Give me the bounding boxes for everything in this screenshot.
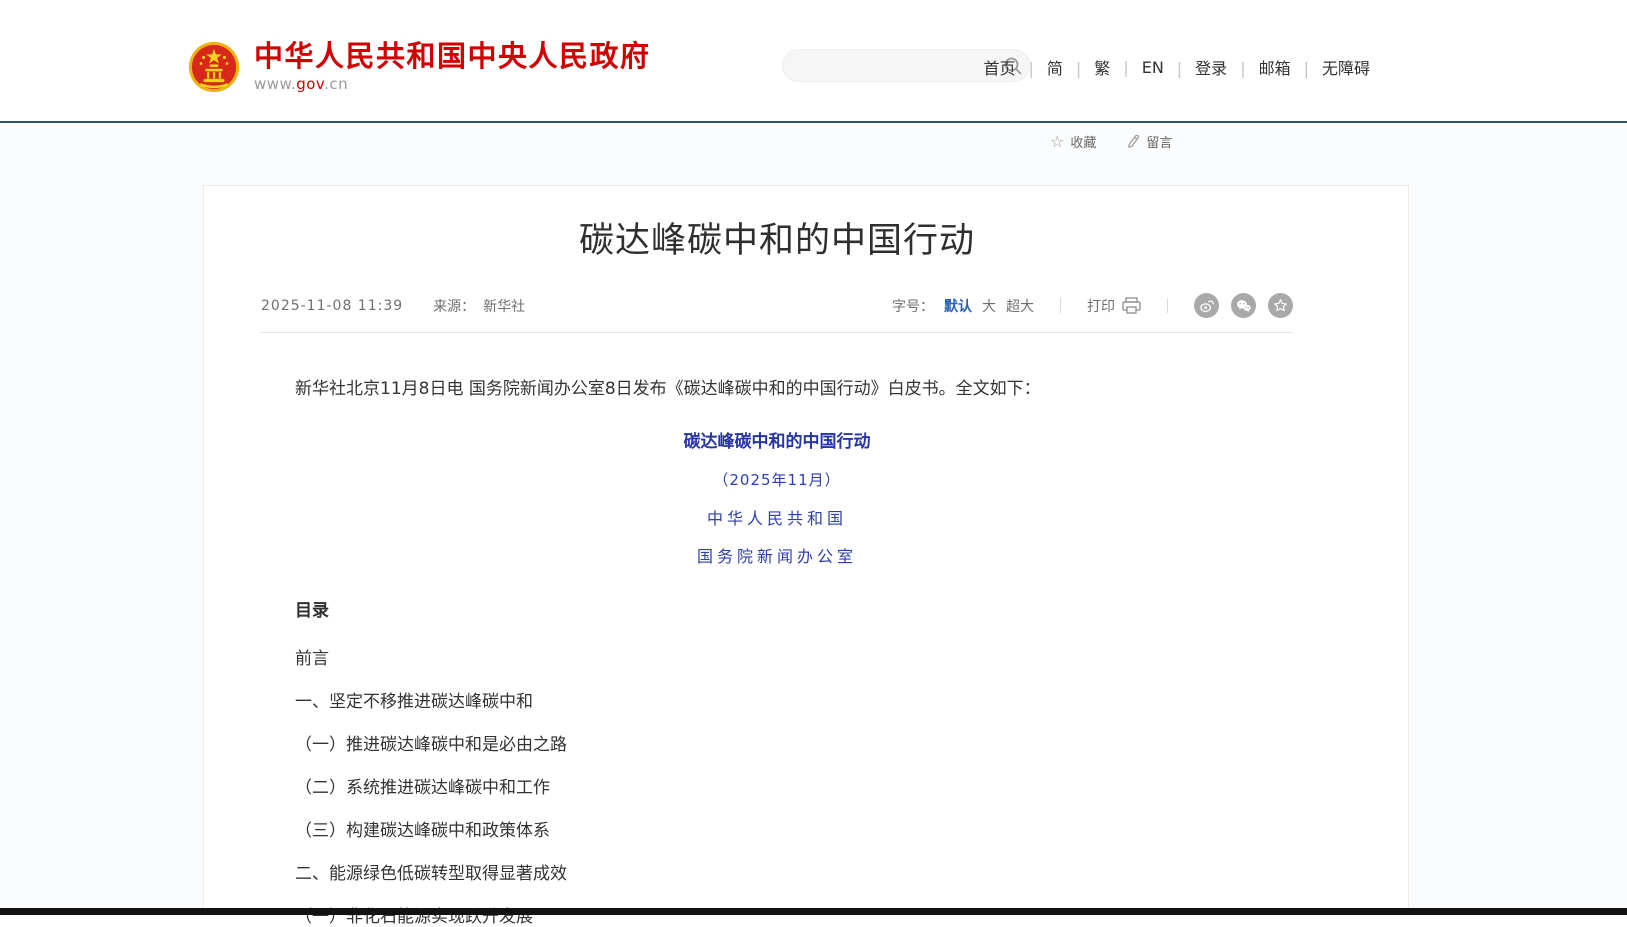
doc-date: （2025年11月） bbox=[261, 467, 1293, 494]
doc-org-country: 中华人民共和国 bbox=[261, 505, 1293, 532]
share-row bbox=[1194, 293, 1293, 318]
article-meta: 2025-11-08 11:39 来源： 新华社 字号： 默认 大 超大 打印 bbox=[261, 293, 1293, 318]
meta-separator bbox=[1167, 298, 1168, 313]
toc-item: （三）构建碳达峰碳中和政策体系 bbox=[261, 823, 1293, 840]
toc-item: 二、能源绿色低碳转型取得显著成效 bbox=[261, 866, 1293, 883]
meta-right: 字号： 默认 大 超大 打印 bbox=[892, 293, 1293, 318]
site-url-gov: gov bbox=[296, 75, 324, 93]
more-share-star-icon[interactable] bbox=[1268, 293, 1293, 318]
print-label: 打印 bbox=[1087, 296, 1115, 316]
star-icon: ☆ bbox=[1050, 135, 1064, 149]
nav-link[interactable]: 简 bbox=[1016, 55, 1063, 79]
site-title: 中华人民共和国中央人民政府 bbox=[254, 40, 651, 72]
weibo-share-icon[interactable] bbox=[1194, 293, 1219, 318]
favorite-button[interactable]: ☆ 收藏 bbox=[1050, 132, 1096, 151]
gov-brand[interactable]: 中华人民共和国中央人民政府 www.gov.cn bbox=[188, 40, 651, 93]
nav-link[interactable]: 登录 bbox=[1164, 55, 1227, 79]
bottom-dark-bar bbox=[0, 908, 1627, 915]
national-emblem-logo bbox=[188, 41, 240, 93]
font-size-label: 字号： bbox=[892, 296, 934, 316]
nav-link[interactable]: EN bbox=[1110, 58, 1163, 77]
message-button[interactable]: 留言 bbox=[1126, 132, 1172, 151]
toc-item: 前言 bbox=[261, 651, 1293, 668]
printer-icon bbox=[1122, 297, 1141, 314]
publish-date: 2025-11-08 11:39 bbox=[261, 298, 403, 314]
font-xlarge-button[interactable]: 超大 bbox=[1006, 296, 1034, 316]
nav-link[interactable]: 邮箱 bbox=[1227, 55, 1290, 79]
toc-item: 一、坚定不移推进碳达峰碳中和 bbox=[261, 694, 1293, 711]
toc-heading: 目录 bbox=[261, 598, 1293, 625]
site-header: 中华人民共和国中央人民政府 www.gov.cn 首页简繁EN登录邮箱无障碍 bbox=[0, 0, 1627, 121]
favorite-label: 收藏 bbox=[1070, 132, 1096, 151]
meta-left: 2025-11-08 11:39 来源： 新华社 bbox=[261, 296, 525, 316]
doc-org-office: 国务院新闻办公室 bbox=[261, 543, 1293, 570]
meta-separator bbox=[1060, 298, 1061, 313]
pencil-icon bbox=[1126, 134, 1140, 149]
page-actions: ☆ 收藏 留言 bbox=[1050, 132, 1172, 151]
meta-divider-line bbox=[261, 332, 1293, 333]
article-card: 碳达峰碳中和的中国行动 2025-11-08 11:39 来源： 新华社 字号：… bbox=[203, 185, 1409, 915]
message-label: 留言 bbox=[1146, 132, 1172, 151]
search-input[interactable] bbox=[783, 50, 997, 81]
nav-link[interactable]: 首页 bbox=[983, 55, 1015, 79]
wechat-share-icon[interactable] bbox=[1231, 293, 1256, 318]
font-default-button[interactable]: 默认 bbox=[944, 296, 972, 316]
print-button[interactable]: 打印 bbox=[1087, 296, 1141, 316]
article-title: 碳达峰碳中和的中国行动 bbox=[261, 212, 1293, 263]
article-body: 新华社北京11月8日电 国务院新闻办公室8日发布《碳达峰碳中和的中国行动》白皮书… bbox=[261, 376, 1293, 926]
header-divider-line bbox=[0, 121, 1627, 123]
brand-text: 中华人民共和国中央人民政府 www.gov.cn bbox=[254, 40, 651, 93]
source-label: 来源： bbox=[433, 296, 475, 316]
toc-list: 前言一、坚定不移推进碳达峰碳中和 （一）推进碳达峰碳中和是必由之路 （二）系统推进碳… bbox=[261, 651, 1293, 926]
toc-item: （一）推进碳达峰碳中和是必由之路 bbox=[261, 737, 1293, 754]
top-nav: 首页简繁EN登录邮箱无障碍 bbox=[983, 55, 1370, 79]
source-value: 新华社 bbox=[483, 296, 525, 316]
font-large-button[interactable]: 大 bbox=[982, 296, 996, 316]
nav-link[interactable]: 无障碍 bbox=[1291, 55, 1370, 79]
toc-item: （二）系统推进碳达峰碳中和工作 bbox=[261, 780, 1293, 797]
nav-link[interactable]: 繁 bbox=[1063, 55, 1110, 79]
site-url-www: www. bbox=[254, 75, 296, 93]
site-url-cn: .cn bbox=[324, 75, 348, 93]
site-url: www.gov.cn bbox=[254, 75, 651, 93]
lead-paragraph: 新华社北京11月8日电 国务院新闻办公室8日发布《碳达峰碳中和的中国行动》白皮书… bbox=[261, 376, 1293, 403]
doc-title: 碳达峰碳中和的中国行动 bbox=[261, 429, 1293, 456]
